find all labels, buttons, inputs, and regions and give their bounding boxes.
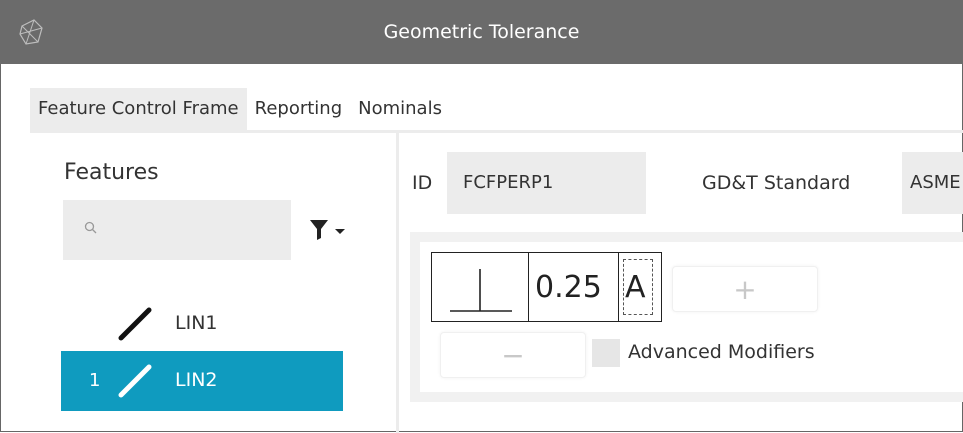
tolerance-value: 0.25 xyxy=(535,270,602,305)
feature-control-frame: 0.25 A xyxy=(431,252,662,322)
line-icon xyxy=(118,307,152,341)
fcf-datum-cell[interactable]: A xyxy=(619,253,661,321)
feature-index: 1 xyxy=(89,370,101,391)
tab-feature-control-frame[interactable]: Feature Control Frame xyxy=(30,88,247,130)
tab-divider xyxy=(30,130,963,133)
advanced-modifiers-label: Advanced Modifiers xyxy=(628,341,815,363)
feature-name: LIN1 xyxy=(175,312,218,334)
window-title: Geometric Tolerance xyxy=(383,21,580,43)
datum-value: A xyxy=(625,270,646,305)
id-value: FCFPERP1 xyxy=(463,172,554,193)
advanced-modifiers-checkbox[interactable] xyxy=(592,339,620,367)
chevron-down-icon xyxy=(335,229,345,234)
filter-icon xyxy=(310,220,345,240)
title-bar: Geometric Tolerance xyxy=(0,0,963,64)
panel-divider xyxy=(396,133,399,433)
tab-bar: Feature Control Frame Reporting Nominals xyxy=(30,88,450,130)
tab-nominals[interactable]: Nominals xyxy=(350,88,450,130)
feature-search-input[interactable] xyxy=(107,214,281,246)
feature-search-box xyxy=(63,200,291,260)
feature-item-lin1[interactable]: LIN1 xyxy=(61,294,343,354)
fcf-tolerance-cell[interactable]: 0.25 xyxy=(529,253,619,321)
gdt-standard-value: ASME xyxy=(910,172,961,193)
features-heading: Features xyxy=(64,160,159,185)
add-label: + xyxy=(733,273,757,306)
id-field[interactable]: FCFPERP1 xyxy=(447,152,646,214)
remove-label: − xyxy=(501,339,525,372)
add-segment-button[interactable]: + xyxy=(672,266,818,312)
search-icon xyxy=(84,221,97,234)
tab-reporting[interactable]: Reporting xyxy=(247,88,351,130)
id-label: ID xyxy=(412,172,433,194)
remove-segment-button[interactable]: − xyxy=(440,332,586,378)
perpendicularity-icon xyxy=(450,269,512,312)
feature-item-lin2[interactable]: 1 LIN2 xyxy=(61,351,343,411)
gdt-standard-label: GD&T Standard xyxy=(702,172,851,194)
line-icon xyxy=(118,364,152,398)
fcf-symbol-cell[interactable] xyxy=(432,253,529,321)
feature-name: LIN2 xyxy=(175,369,218,391)
gdt-standard-select[interactable]: ASME xyxy=(902,152,963,214)
filter-dropdown-button[interactable] xyxy=(306,216,362,244)
